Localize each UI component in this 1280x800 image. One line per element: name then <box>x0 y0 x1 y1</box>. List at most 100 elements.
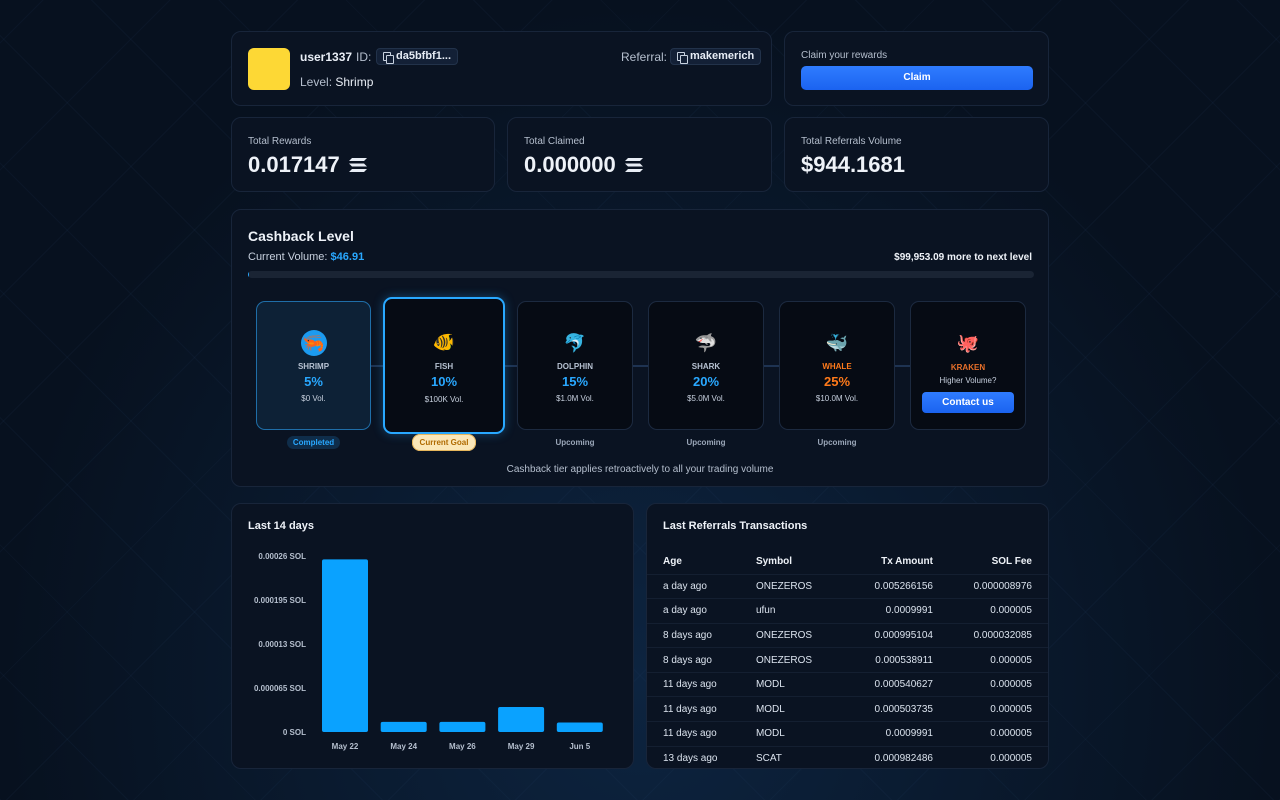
kraken-icon: 🐙 <box>956 333 980 353</box>
tier-status-shark: Upcoming <box>686 438 726 447</box>
total-referrals-volume-card: Total Referrals Volume $944.1681 <box>784 117 1049 192</box>
avatar <box>248 48 290 90</box>
profile-card: user1337 ID: da5bfbf1... Level: Shrimp R… <box>231 31 772 106</box>
y-tick-label: 0.000065 SOL <box>254 684 306 693</box>
tier-volume: $100K Vol. <box>424 395 464 404</box>
chart-bar[interactable] <box>498 706 545 732</box>
claim-card: Claim your rewards Claim <box>784 31 1049 106</box>
tier-percent: 10% <box>430 374 458 389</box>
cell-sol-fee: 0.000032085 <box>932 622 1048 648</box>
fish-icon: 🐠 <box>432 332 456 352</box>
tier-connector <box>763 365 780 367</box>
cell-tx-amount: 0.000538911 <box>842 647 933 673</box>
header-age: Age <box>663 555 682 567</box>
tier-connector <box>370 365 384 367</box>
contact-us-button[interactable]: Contact us <box>922 392 1014 413</box>
cell-age: 11 days ago <box>647 696 756 722</box>
tier-percent: 15% <box>561 374 589 389</box>
tier-name: SHARK <box>691 362 721 371</box>
user-id-copy-chip[interactable]: da5bfbf1... <box>376 48 459 65</box>
tier-connector <box>504 365 518 367</box>
y-tick-label: 0 SOL <box>283 728 306 737</box>
cell-age: 8 days ago <box>647 622 756 648</box>
header-sol-fee: SOL Fee <box>991 555 1032 567</box>
dolphin-icon: 🐬 <box>563 333 587 353</box>
table-row: 13 days ago SCAT 0.000982486 0.000005 <box>647 745 1048 768</box>
tier-volume: $10.0M Vol. <box>815 394 859 403</box>
stat-label: Total Referrals Volume <box>801 136 902 147</box>
cell-tx-amount: 0.0009991 <box>842 598 933 624</box>
table-header-row: Age Symbol Tx Amount SOL Fee <box>647 549 1048 574</box>
cell-age: 11 days ago <box>647 721 756 747</box>
cell-tx-amount: 0.0009991 <box>842 721 933 747</box>
solana-icon <box>624 158 643 172</box>
tier-percent: 25% <box>823 374 851 389</box>
level-value: Shrimp <box>335 75 374 89</box>
volume-progress-fill <box>248 271 250 278</box>
transactions-title: Last Referrals Transactions <box>663 520 808 532</box>
cell-tx-amount: 0.000995104 <box>842 622 933 648</box>
tier-name: SHRIMP <box>297 362 330 371</box>
tier-name: WHALE <box>822 362 852 371</box>
cell-symbol: SCAT <box>755 745 843 768</box>
cell-sol-fee: 0.000005 <box>932 721 1048 747</box>
cell-sol-fee: 0.000005 <box>932 696 1048 722</box>
tier-status-dolphin: Upcoming <box>555 438 595 447</box>
total-referrals-volume-value: $944.1681 <box>801 152 905 177</box>
user-id-value: da5bfbf1... <box>396 50 452 62</box>
tier-connector <box>894 365 911 367</box>
cell-age: a day ago <box>647 598 756 624</box>
tier-percent: 20% <box>692 374 720 389</box>
username: user1337 <box>300 50 353 64</box>
tier-name: KRAKEN <box>950 363 986 372</box>
cell-age: 11 days ago <box>647 671 756 697</box>
cell-tx-amount: 0.005266156 <box>842 573 933 599</box>
cell-sol-fee: 0.000008976 <box>932 573 1048 599</box>
referral-transactions-card: Last Referrals Transactions Age Symbol T… <box>646 503 1049 769</box>
x-tick-label: May 29 <box>508 742 535 751</box>
table-row: 8 days ago ONEZEROS 0.000995104 0.000032085 <box>647 622 1048 648</box>
table-row: 11 days ago MODL 0.000503735 0.000005 <box>647 696 1048 722</box>
cashback-title: Cashback Level <box>248 228 354 244</box>
tier-volume: $1.0M Vol. <box>556 394 594 403</box>
tier-volume: $0 Vol. <box>301 394 326 403</box>
cell-tx-amount: 0.000540627 <box>842 671 933 697</box>
header-tx-amount: Tx Amount <box>881 555 933 567</box>
shark-icon: 🦈 <box>694 333 718 353</box>
tier-name: FISH <box>434 362 454 371</box>
current-volume-label: Current Volume: <box>248 251 328 263</box>
chart-bar[interactable] <box>439 721 486 732</box>
cell-symbol: MODL <box>755 721 843 747</box>
y-tick-label: 0.000195 SOL <box>254 596 306 605</box>
tier-card-shrimp: 🦐 SHRIMP 5% $0 Vol. <box>256 301 371 430</box>
tier-card-dolphin: 🐬 DOLPHIN 15% $1.0M Vol. <box>517 301 633 430</box>
tier-status-shrimp: Completed <box>256 436 371 449</box>
chart-bar[interactable] <box>380 721 427 732</box>
volume-progress-bar <box>248 271 1034 278</box>
referral-code: makemerich <box>690 50 755 62</box>
user-id-label: ID: <box>356 50 372 64</box>
claim-button[interactable]: Claim <box>801 66 1033 90</box>
referral-label: Referral: <box>621 50 668 64</box>
cell-sol-fee: 0.000005 <box>932 647 1048 673</box>
tier-status-fish: Current Goal <box>383 434 505 451</box>
table-row: a day ago ufun 0.0009991 0.000005 <box>647 598 1048 624</box>
total-rewards-card: Total Rewards 0.017147 <box>231 117 495 192</box>
cell-sol-fee: 0.000005 <box>932 598 1048 624</box>
whale-icon: 🐳 <box>825 333 849 353</box>
tier-subtitle: Higher Volume? <box>939 376 997 385</box>
table-row: a day ago ONEZEROS 0.005266156 0.000008976 <box>647 573 1048 599</box>
cell-symbol: ONEZEROS <box>755 622 843 648</box>
cell-age: a day ago <box>647 573 756 599</box>
cell-symbol: ufun <box>755 598 843 624</box>
chart-bar[interactable] <box>322 559 368 732</box>
table-row: 8 days ago ONEZEROS 0.000538911 0.000005 <box>647 647 1048 673</box>
cashback-footnote: Cashback tier applies retroactively to a… <box>506 464 774 475</box>
stat-label: Total Claimed <box>524 136 585 147</box>
cell-symbol: MODL <box>755 696 843 722</box>
status-badge: Completed <box>286 436 341 449</box>
referral-copy-chip[interactable]: makemerich <box>670 48 762 65</box>
user-level: Level: Shrimp <box>300 75 373 89</box>
chart-bar[interactable] <box>556 722 603 732</box>
header-symbol: Symbol <box>755 555 793 567</box>
